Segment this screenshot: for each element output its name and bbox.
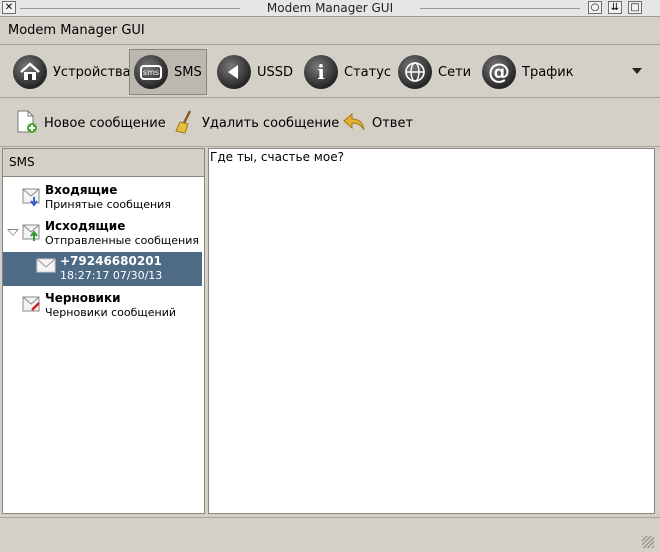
message-icon xyxy=(36,258,56,280)
reply-label: Ответ xyxy=(372,115,414,131)
reply-icon xyxy=(342,111,366,136)
tree-item-title: Черновики xyxy=(45,291,121,305)
window-titlebar: ✕ Modem Manager GUI ○ ⇊ □ xyxy=(0,0,660,17)
tree-item-drafts[interactable]: Черновики Черновики сообщений xyxy=(3,289,202,325)
tab-sms[interactable]: sms SMS xyxy=(129,49,207,95)
info-icon-text: i xyxy=(317,60,325,84)
tab-networks-label: Сети xyxy=(438,64,472,80)
chevron-down-icon[interactable] xyxy=(632,68,642,74)
message-view[interactable]: Где ты, счастье мое? xyxy=(208,148,655,514)
tab-sms-label: SMS xyxy=(174,64,202,80)
tab-status[interactable]: i Статус xyxy=(299,49,396,95)
new-document-icon xyxy=(16,110,38,137)
message-text: Где ты, счастье мое? xyxy=(210,150,344,164)
ussd-icon xyxy=(217,55,251,89)
minimize-icon[interactable]: ○ xyxy=(588,1,602,14)
reply-button[interactable]: Ответ xyxy=(342,111,413,135)
network-icon xyxy=(398,55,432,89)
new-message-button[interactable]: Новое сообщение xyxy=(16,110,166,137)
tree-item-title: Входящие xyxy=(45,183,118,197)
tab-ussd-label: USSD xyxy=(257,64,294,80)
broom-icon xyxy=(174,109,196,137)
tab-devices[interactable]: Устройства xyxy=(8,49,136,95)
shade-icon[interactable]: ⇊ xyxy=(608,1,622,14)
tab-traffic[interactable]: @ Трафик xyxy=(477,49,579,95)
tree-item-subtitle: Черновики сообщений xyxy=(45,306,177,319)
titlebar-rule-right xyxy=(420,8,580,9)
tab-traffic-label: Трафик xyxy=(522,64,574,80)
tree-item-subtitle: Принятые сообщения xyxy=(45,198,171,211)
tab-networks[interactable]: Сети xyxy=(393,49,476,95)
traffic-icon: @ xyxy=(482,55,516,89)
new-message-label: Новое сообщение xyxy=(44,115,166,131)
tree-item-message[interactable]: +79246680201 18:27:17 07/30/13 xyxy=(3,252,202,286)
window-bottom-edge xyxy=(0,541,660,552)
drafts-icon xyxy=(22,293,42,315)
tab-status-label: Статус xyxy=(344,64,392,80)
sms-folder-tree: SMS Входящие Принятые сообщения Исходящи… xyxy=(2,148,205,514)
delete-message-label: Удалить сообщение xyxy=(202,115,340,131)
sms-icon: sms xyxy=(134,55,168,89)
status-bar xyxy=(0,517,660,541)
app-header: Modem Manager GUI xyxy=(0,18,660,45)
tab-devices-label: Устройства xyxy=(53,64,131,80)
traffic-icon-text: @ xyxy=(488,59,510,85)
outbox-icon xyxy=(22,221,42,243)
sms-icon-text: sms xyxy=(140,64,162,80)
app-title: Modem Manager GUI xyxy=(8,23,145,38)
main-toolbar: Устройства sms SMS USSD i Статус Сети @ … xyxy=(0,46,660,98)
message-sender: +79246680201 xyxy=(60,254,162,268)
expander-open-icon[interactable] xyxy=(7,229,19,236)
delete-message-button[interactable]: Удалить сообщение xyxy=(174,109,340,137)
tree-item-title: Исходящие xyxy=(45,219,126,233)
tree-item-subtitle: Отправленные сообщения xyxy=(45,234,199,247)
resize-grip[interactable] xyxy=(642,536,654,548)
tree-header[interactable]: SMS xyxy=(3,149,204,177)
message-timestamp: 18:27:17 07/30/13 xyxy=(60,269,163,282)
tree-item-inbox[interactable]: Входящие Принятые сообщения xyxy=(3,181,202,217)
actions-toolbar: Новое сообщение Удалить сообщение Ответ xyxy=(0,99,660,147)
tree-item-outbox[interactable]: Исходящие Отправленные сообщения xyxy=(3,217,202,253)
info-icon: i xyxy=(304,55,338,89)
tab-ussd[interactable]: USSD xyxy=(212,49,298,95)
devices-icon xyxy=(13,55,47,89)
inbox-icon xyxy=(22,185,42,207)
maximize-icon[interactable]: □ xyxy=(628,1,642,14)
